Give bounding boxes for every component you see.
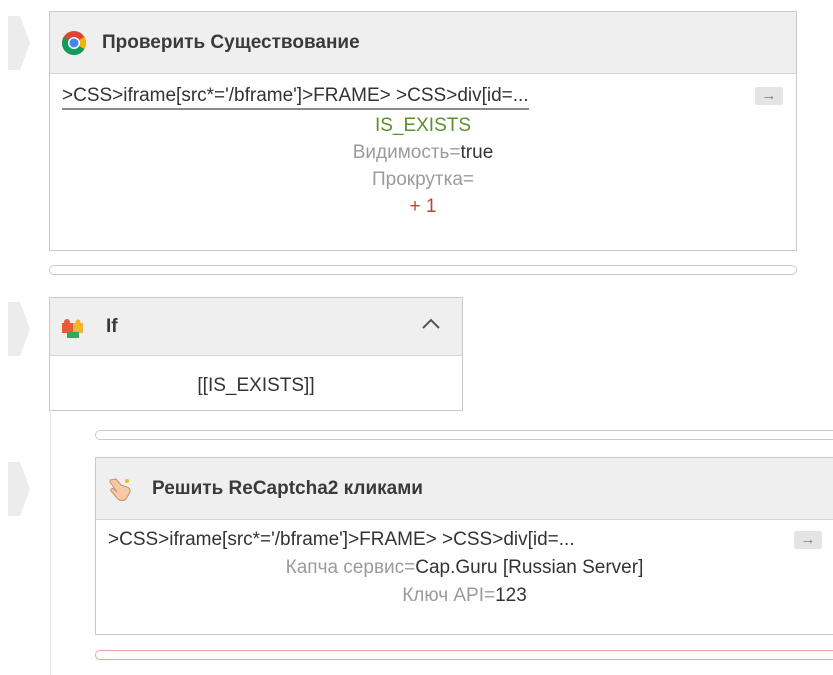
captcha-service-value: Cap.Guru [Russian Server]	[415, 557, 644, 578]
block-body: >CSS>iframe[src*='/bframe']>FRAME> >CSS>…	[50, 74, 796, 250]
go-to-arrow-button[interactable]: →	[755, 87, 783, 105]
chrome-icon	[60, 29, 88, 57]
scroll-label: Прокрутка=	[371, 169, 475, 190]
offset-value: + 1	[409, 196, 437, 217]
visibility-value: true	[460, 142, 494, 163]
collapse-arrow-block2[interactable]	[8, 302, 30, 356]
block-title: If	[106, 315, 118, 337]
captcha-service-label: Капча сервис=	[285, 557, 416, 578]
block-header[interactable]: Решить ReCaptcha2 кликами	[96, 458, 833, 520]
puzzle-icon	[60, 314, 86, 340]
api-key-label: Ключ API=	[402, 585, 496, 606]
selector-row: >CSS>iframe[src*='/bframe']>FRAME> >CSS>…	[108, 528, 575, 552]
if-condition: [[IS_EXISTS]]	[197, 375, 315, 396]
block-title: Решить ReCaptcha2 кликами	[152, 477, 423, 499]
visibility-line: Видимость=true	[50, 141, 796, 165]
go-to-arrow-button[interactable]: →	[794, 531, 822, 549]
visibility-label: Видимость=	[352, 142, 461, 163]
chevron-up-icon[interactable]	[420, 316, 442, 332]
captcha-service-line: Капча сервис=Cap.Guru [Russian Server]	[96, 556, 833, 580]
collapse-arrow-block3[interactable]	[8, 462, 30, 516]
selector-text[interactable]: >CSS>iframe[src*='/bframe']>FRAME> >CSS>…	[108, 528, 575, 552]
nesting-guide-line	[50, 412, 51, 675]
drop-zone-bar[interactable]	[95, 430, 833, 440]
selector-text[interactable]: >CSS>iframe[src*='/bframe']>FRAME> >CSS>…	[62, 84, 529, 110]
action-canvas: Проверить Существование >CSS>iframe[src*…	[0, 0, 833, 675]
block-header[interactable]: Проверить Существование	[50, 12, 796, 74]
action-block-check-exists[interactable]: Проверить Существование >CSS>iframe[src*…	[49, 11, 797, 251]
pointer-hand-icon	[106, 475, 134, 503]
result-variable: IS_EXISTS	[374, 115, 472, 136]
block-body: >CSS>iframe[src*='/bframe']>FRAME> >CSS>…	[96, 520, 833, 634]
api-key-line: Ключ API=123	[96, 584, 833, 608]
action-block-recaptcha[interactable]: Решить ReCaptcha2 кликами >CSS>iframe[sr…	[95, 457, 833, 635]
block-header[interactable]: If	[50, 298, 462, 356]
api-key-value: 123	[495, 585, 527, 606]
error-drop-zone-bar[interactable]	[95, 650, 833, 660]
selector-row: >CSS>iframe[src*='/bframe']>FRAME> >CSS>…	[62, 84, 529, 110]
drop-zone-bar[interactable]	[49, 265, 797, 275]
action-block-if[interactable]: If [[IS_EXISTS]]	[49, 297, 463, 411]
block-title: Проверить Существование	[102, 31, 360, 53]
collapse-arrow-block1[interactable]	[8, 16, 30, 70]
